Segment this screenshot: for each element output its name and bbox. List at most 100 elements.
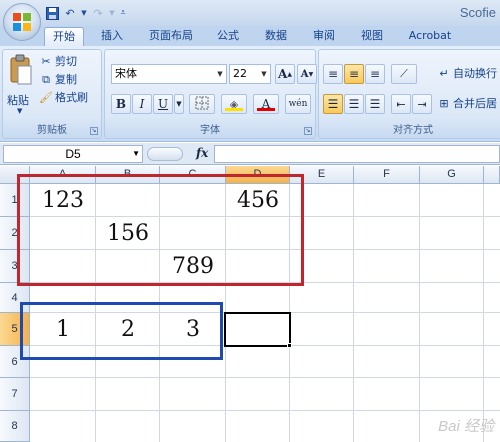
wrap-text-icon: ↵ <box>439 67 449 80</box>
chevron-down-icon[interactable]: ▼ <box>258 65 270 83</box>
alignment-group-label: 对齐方式 <box>393 125 433 136</box>
tab-formulas[interactable]: 公式 <box>208 27 248 46</box>
cut-button[interactable]: ✂ 剪切 <box>39 54 77 70</box>
align-left-icon: ☰ <box>327 97 339 111</box>
font-name-value: 宋体 <box>115 67 137 80</box>
font-color-button[interactable]: A <box>253 94 279 114</box>
wrap-text-label: 自动换行 <box>453 67 497 80</box>
phonetic-button[interactable]: wén <box>285 94 311 114</box>
merge-center-label: 合并后居 <box>453 97 497 110</box>
chevron-down-icon[interactable]: ▼ <box>214 65 226 83</box>
grow-font-label: A <box>278 67 288 81</box>
font-size-value: 22 <box>233 67 247 80</box>
ribbon-tabs: 开始 插入 页面布局 公式 数据 审阅 视图 Acrobat <box>0 26 500 46</box>
align-top-button[interactable]: ≡ <box>323 64 343 84</box>
tab-acrobat[interactable]: Acrobat <box>402 27 458 46</box>
wrap-text-button[interactable]: ↵ 自动换行 <box>437 66 497 82</box>
fill-handle[interactable] <box>287 343 292 348</box>
align-right-button[interactable]: ☰ <box>365 94 385 114</box>
office-button[interactable] <box>3 3 41 41</box>
align-bottom-button[interactable]: ≡ <box>365 64 385 84</box>
gridline <box>353 184 354 442</box>
red-highlight-box <box>17 174 304 286</box>
redo-icon[interactable]: ↷ <box>90 5 106 21</box>
decrease-indent-button[interactable]: ⇤ <box>391 94 411 114</box>
merge-center-button[interactable]: ⊞ 合并后居 <box>437 96 497 112</box>
borders-icon <box>195 96 209 113</box>
column-header-h[interactable] <box>484 166 500 184</box>
chevron-down-icon[interactable]: ▼ <box>132 146 140 162</box>
paste-icon[interactable] <box>9 54 33 88</box>
name-box[interactable]: D5 ▼ <box>3 145 143 163</box>
format-painter-label: 格式刷 <box>55 91 88 104</box>
column-header-f[interactable]: F <box>354 166 420 184</box>
format-painter-button[interactable]: 🖌 格式刷 <box>39 90 88 106</box>
increase-indent-icon: ⇥ <box>417 97 427 111</box>
font-group: 宋体 ▼ 22 ▼ A ▲ A ▼ B I U ▼ ◈ A wén 字体 ↘ <box>104 49 317 139</box>
name-box-value: D5 <box>65 147 81 161</box>
align-left-button[interactable]: ☰ <box>323 94 343 114</box>
customize-icon[interactable]: ⩡ <box>118 5 128 21</box>
clipboard-group-label: 剪贴板 <box>37 125 67 136</box>
selected-cell-d5[interactable] <box>224 312 291 347</box>
undo-icon[interactable]: ↶ <box>62 5 78 21</box>
orientation-icon: ⟋ <box>400 67 408 80</box>
font-group-label: 字体 <box>200 125 220 136</box>
tab-insert[interactable]: 插入 <box>94 27 130 46</box>
align-center-button[interactable]: ☰ <box>344 94 364 114</box>
watermark-logo: Bai 经验 <box>438 418 494 435</box>
phonetic-label: wén <box>288 99 308 109</box>
merge-icon: ⊞ <box>439 97 449 110</box>
align-middle-button[interactable]: ≡ <box>344 64 364 84</box>
column-header-g[interactable]: G <box>420 166 484 184</box>
grow-font-button[interactable]: A ▲ <box>275 64 295 84</box>
formula-bar-splitter[interactable] <box>147 147 183 161</box>
formula-bar: D5 ▼ fx <box>0 143 500 165</box>
borders-button[interactable] <box>189 94 215 114</box>
copy-button[interactable]: ⧉ 复制 <box>39 72 77 88</box>
align-center-icon: ☰ <box>348 97 360 111</box>
title-bar: ↶ ▼ ↷ ▼ ⩡ Scofie <box>0 0 500 26</box>
align-right-icon: ☰ <box>369 97 381 111</box>
shrink-font-button[interactable]: A ▼ <box>297 64 317 84</box>
gridline <box>30 410 500 411</box>
gridline <box>30 377 500 378</box>
underline-button[interactable]: U <box>153 94 173 114</box>
copy-icon: ⧉ <box>42 73 50 86</box>
chevron-down-icon[interactable]: ▼ <box>17 107 22 115</box>
fill-color-button[interactable]: ◈ <box>221 94 247 114</box>
office-logo-icon <box>13 13 31 31</box>
chevron-down-icon[interactable]: ▼ <box>80 5 88 21</box>
increase-indent-button[interactable]: ⇥ <box>412 94 432 114</box>
align-middle-icon: ≡ <box>348 67 360 81</box>
chevron-down-icon[interactable]: ▼ <box>174 94 184 114</box>
insert-function-button[interactable]: fx <box>196 146 208 160</box>
tab-page-layout[interactable]: 页面布局 <box>142 27 200 46</box>
shrink-font-label: A <box>300 68 309 80</box>
font-name-combo[interactable]: 宋体 ▼ <box>111 64 227 84</box>
cut-label: 剪切 <box>55 55 77 68</box>
orientation-button[interactable]: ⟋ <box>391 64 417 84</box>
row-header-8[interactable]: 8 <box>0 411 30 442</box>
font-size-combo[interactable]: 22 ▼ <box>229 64 271 84</box>
tab-data[interactable]: 数据 <box>256 27 296 46</box>
clipboard-group: 粘贴 ▼ ✂ 剪切 ⧉ 复制 🖌 格式刷 剪贴板 ↘ <box>2 49 102 139</box>
dialog-launcher-icon[interactable]: ↘ <box>90 127 98 135</box>
chevron-down-icon[interactable]: ▼ <box>108 5 116 21</box>
brush-icon: 🖌 <box>39 91 53 104</box>
save-icon[interactable] <box>44 5 60 21</box>
bold-button[interactable]: B <box>111 94 131 114</box>
blue-highlight-box <box>20 302 223 360</box>
tab-review[interactable]: 审阅 <box>304 27 344 46</box>
row-header-7[interactable]: 7 <box>0 378 30 411</box>
window-title: Scofie <box>459 5 496 20</box>
worksheet-grid[interactable]: A B C D E F G 1 2 3 4 5 6 7 8 123 456 15… <box>0 166 500 442</box>
decrease-indent-icon: ⇤ <box>396 97 406 111</box>
formula-input[interactable] <box>214 145 500 163</box>
tab-view[interactable]: 视图 <box>352 27 392 46</box>
tab-home[interactable]: 开始 <box>44 27 84 46</box>
paste-button-label[interactable]: 粘贴 <box>7 92 29 108</box>
gridline <box>419 184 420 442</box>
italic-button[interactable]: I <box>132 94 152 114</box>
dialog-launcher-icon[interactable]: ↘ <box>304 127 312 135</box>
